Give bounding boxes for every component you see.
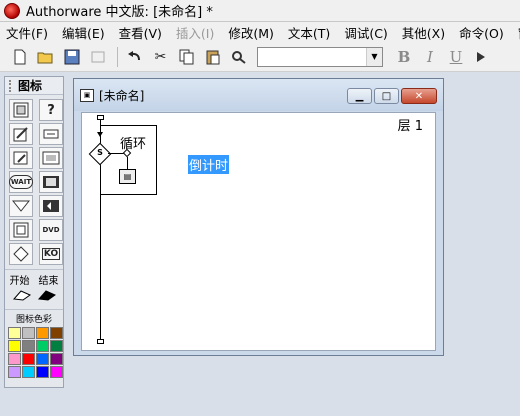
find-icon[interactable] xyxy=(227,46,250,68)
menu-item[interactable]: 文本(T) xyxy=(282,23,338,42)
color-swatch[interactable] xyxy=(36,327,49,339)
color-swatch[interactable] xyxy=(50,340,63,352)
grip-handle-icon[interactable] xyxy=(9,79,14,92)
color-swatch[interactable] xyxy=(36,366,49,378)
color-swatch[interactable] xyxy=(22,366,35,378)
paste-icon[interactable] xyxy=(201,46,224,68)
start-flag-label: 开始 xyxy=(9,276,30,287)
interaction-icon[interactable]: ? xyxy=(39,99,63,121)
loop-icon-title[interactable]: 循环 xyxy=(120,133,146,152)
flags xyxy=(5,287,63,307)
cut-icon[interactable]: ✂ xyxy=(149,46,172,68)
maximize-icon[interactable]: □ xyxy=(374,88,399,104)
title-bar: Authorware 中文版: [未命名] * xyxy=(0,0,520,22)
icon-palette: 图标 ? WAIT DVD KO 开始 结束 图标色彩 xyxy=(4,76,64,388)
menu-item[interactable]: 窗口( xyxy=(512,23,520,42)
toolbar: ✂ ▼ B I U xyxy=(0,42,520,72)
copy-icon[interactable] xyxy=(175,46,198,68)
menu-item[interactable]: 命令(O) xyxy=(453,23,512,42)
underline-button[interactable]: U xyxy=(443,48,469,66)
window-controls: ▁ □ ✕ xyxy=(345,88,437,104)
palette-icon-grid: ? WAIT DVD KO xyxy=(5,95,63,265)
undo-icon[interactable] xyxy=(123,46,146,68)
color-swatch[interactable] xyxy=(50,366,63,378)
font-combo[interactable]: ▼ xyxy=(257,46,383,67)
color-swatch[interactable] xyxy=(8,327,21,339)
framework-icon[interactable] xyxy=(9,219,33,241)
import-icon[interactable] xyxy=(86,46,109,68)
flowline-start-handle[interactable] xyxy=(97,115,104,120)
dvd-icon[interactable]: DVD xyxy=(39,219,63,241)
menu-item[interactable]: 其他(X) xyxy=(396,23,453,42)
color-swatch[interactable] xyxy=(50,327,63,339)
start-flag-icon[interactable] xyxy=(12,289,31,305)
flowline-window-titlebar[interactable]: ▣ [未命名] ▁ □ ✕ xyxy=(74,79,443,111)
digital-movie-icon[interactable] xyxy=(39,171,63,193)
menu-item[interactable]: 编辑(E) xyxy=(56,23,113,42)
decision-icon[interactable] xyxy=(9,243,33,265)
flowline-doc-icon: ▣ xyxy=(80,88,94,102)
color-swatch[interactable] xyxy=(8,366,21,378)
calculation-icon[interactable]: ▤ xyxy=(119,169,136,184)
icon-color-swatches xyxy=(5,325,63,380)
layer-label: 层 1 xyxy=(397,119,423,134)
wait-icon[interactable]: WAIT xyxy=(8,171,34,193)
flowline-window: ▣ [未命名] ▁ □ ✕ 层 1 S ▤ 循环 倒计时 xyxy=(73,78,444,356)
window-title: Authorware 中文版: [未命名] * xyxy=(26,5,213,20)
run-icon[interactable] xyxy=(469,46,492,68)
sound-icon[interactable] xyxy=(39,195,63,217)
menu-item[interactable]: 查看(V) xyxy=(113,23,170,42)
erase-icon[interactable] xyxy=(9,147,33,169)
authorware-logo-icon xyxy=(4,2,20,19)
display-icon[interactable] xyxy=(9,99,33,121)
minimize-icon[interactable]: ▁ xyxy=(347,88,372,104)
color-swatch[interactable] xyxy=(36,340,49,352)
color-swatch[interactable] xyxy=(22,327,35,339)
menu-item[interactable]: 插入(I) xyxy=(170,23,222,42)
knowledge-object-icon[interactable]: KO xyxy=(39,243,63,265)
menu-bar: 文件(F) 编辑(E) 查看(V) 插入(I) 修改(M) 文本(T) 调试(C) 其他(X)… xyxy=(0,22,520,42)
selected-icon-title[interactable]: 倒计时 xyxy=(188,155,230,174)
menu-item[interactable]: 调试(C) xyxy=(338,23,395,42)
branch-connector-down xyxy=(127,157,128,169)
toolbar-separator xyxy=(117,46,118,67)
close-icon[interactable]: ✕ xyxy=(401,88,437,104)
palette-title: 图标 xyxy=(18,79,43,93)
decision-mark: S xyxy=(97,148,103,157)
flowline-end-handle[interactable] xyxy=(97,339,104,344)
italic-button[interactable]: I xyxy=(417,48,443,66)
color-swatch[interactable] xyxy=(8,353,21,365)
flag-labels: 开始 结束 xyxy=(5,269,63,287)
color-swatch[interactable] xyxy=(22,353,35,365)
color-swatch[interactable] xyxy=(22,340,35,352)
icon-color-label: 图标色彩 xyxy=(5,309,63,325)
new-file-icon[interactable] xyxy=(8,46,31,68)
calculation-icon[interactable] xyxy=(39,123,63,145)
color-swatch[interactable] xyxy=(50,353,63,365)
bold-button[interactable]: B xyxy=(391,48,417,66)
end-flag-icon[interactable] xyxy=(37,289,56,305)
menu-item[interactable]: 修改(M) xyxy=(222,23,282,42)
motion-icon[interactable] xyxy=(9,123,33,145)
menu-item[interactable]: 文件(F) xyxy=(0,23,56,42)
navigate-icon[interactable] xyxy=(9,195,33,217)
color-swatch[interactable] xyxy=(8,340,21,352)
map-icon[interactable] xyxy=(39,147,63,169)
flowline-canvas[interactable]: 层 1 S ▤ 循环 倒计时 xyxy=(81,112,436,351)
color-swatch[interactable] xyxy=(36,353,49,365)
flowline-window-title: [未命名] xyxy=(99,88,145,103)
end-flag-label: 结束 xyxy=(38,276,59,287)
palette-header[interactable]: 图标 xyxy=(5,77,63,95)
chevron-down-icon[interactable]: ▼ xyxy=(366,47,382,66)
open-folder-icon[interactable] xyxy=(34,46,57,68)
save-all-icon[interactable] xyxy=(60,46,83,68)
